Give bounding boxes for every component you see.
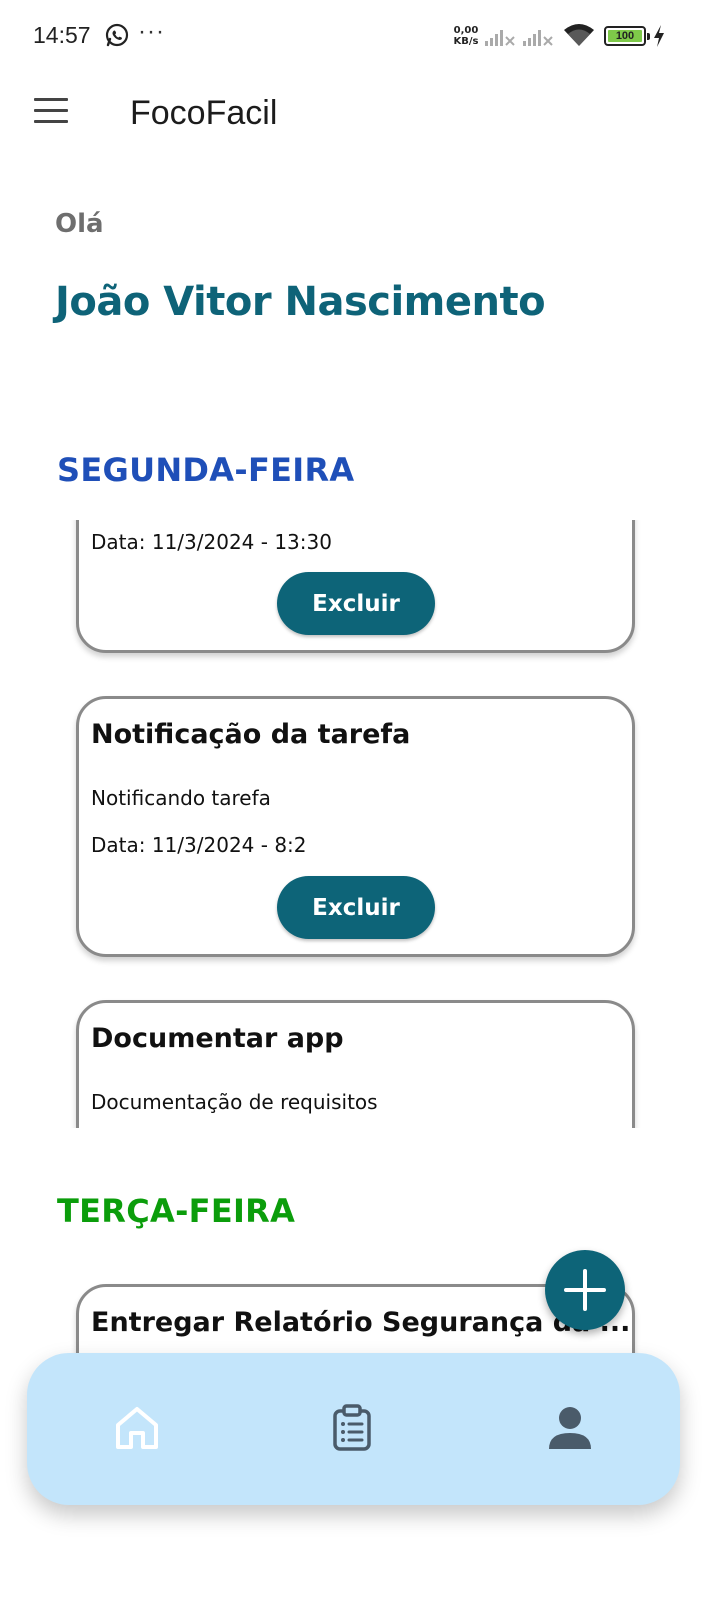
plus-icon <box>564 1269 606 1311</box>
signal-icon <box>523 30 553 46</box>
delete-button[interactable]: Excluir <box>277 876 435 939</box>
task-description: Documentação de requisitos <box>91 1090 378 1114</box>
task-card: Documentar app Documentação de requisito… <box>76 1000 635 1128</box>
day-header-monday: SEGUNDA-FEIRA <box>57 451 355 489</box>
task-date: Data: 11/3/2024 - 13:30 <box>91 530 332 554</box>
task-list-icon[interactable] <box>327 1403 377 1453</box>
bottom-navigation <box>27 1353 680 1505</box>
day-header-tuesday: TERÇA-FEIRA <box>57 1192 296 1230</box>
task-card: Notificação da tarefa Notificando tarefa… <box>76 696 635 957</box>
more-dots-icon: ··· <box>138 18 165 45</box>
task-title: Documentar app <box>91 1023 344 1054</box>
task-date: Data: 11/3/2024 - 8:2 <box>91 833 307 857</box>
task-card: Data: 11/3/2024 - 13:30 Excluir <box>76 520 635 653</box>
task-title: Entregar Relatório Segurança da ... <box>91 1307 631 1338</box>
status-bar: 14:57 ··· 0,00 KB/s 100 <box>0 0 720 72</box>
task-description: Notificando tarefa <box>91 786 271 810</box>
add-task-button[interactable] <box>545 1250 625 1330</box>
user-name: João Vitor Nascimento <box>55 279 546 325</box>
charging-icon <box>654 25 664 47</box>
home-icon[interactable] <box>112 1403 162 1453</box>
delete-button[interactable]: Excluir <box>277 572 435 635</box>
app-title: FocoFacil <box>130 94 278 132</box>
whatsapp-icon <box>105 23 129 47</box>
network-speed: 0,00 KB/s <box>453 25 479 47</box>
app-bar: FocoFacil <box>0 72 720 158</box>
greeting-label: Olá <box>55 209 104 239</box>
profile-icon[interactable] <box>545 1403 595 1453</box>
signal-icon <box>485 30 515 46</box>
clock: 14:57 <box>33 22 91 48</box>
battery-icon: 100 <box>604 26 650 46</box>
task-title: Notificação da tarefa <box>91 719 411 750</box>
wifi-icon <box>564 24 594 46</box>
monday-task-list[interactable]: Data: 11/3/2024 - 13:30 Excluir Notifica… <box>0 520 720 1128</box>
hamburger-menu-icon[interactable] <box>34 98 68 124</box>
